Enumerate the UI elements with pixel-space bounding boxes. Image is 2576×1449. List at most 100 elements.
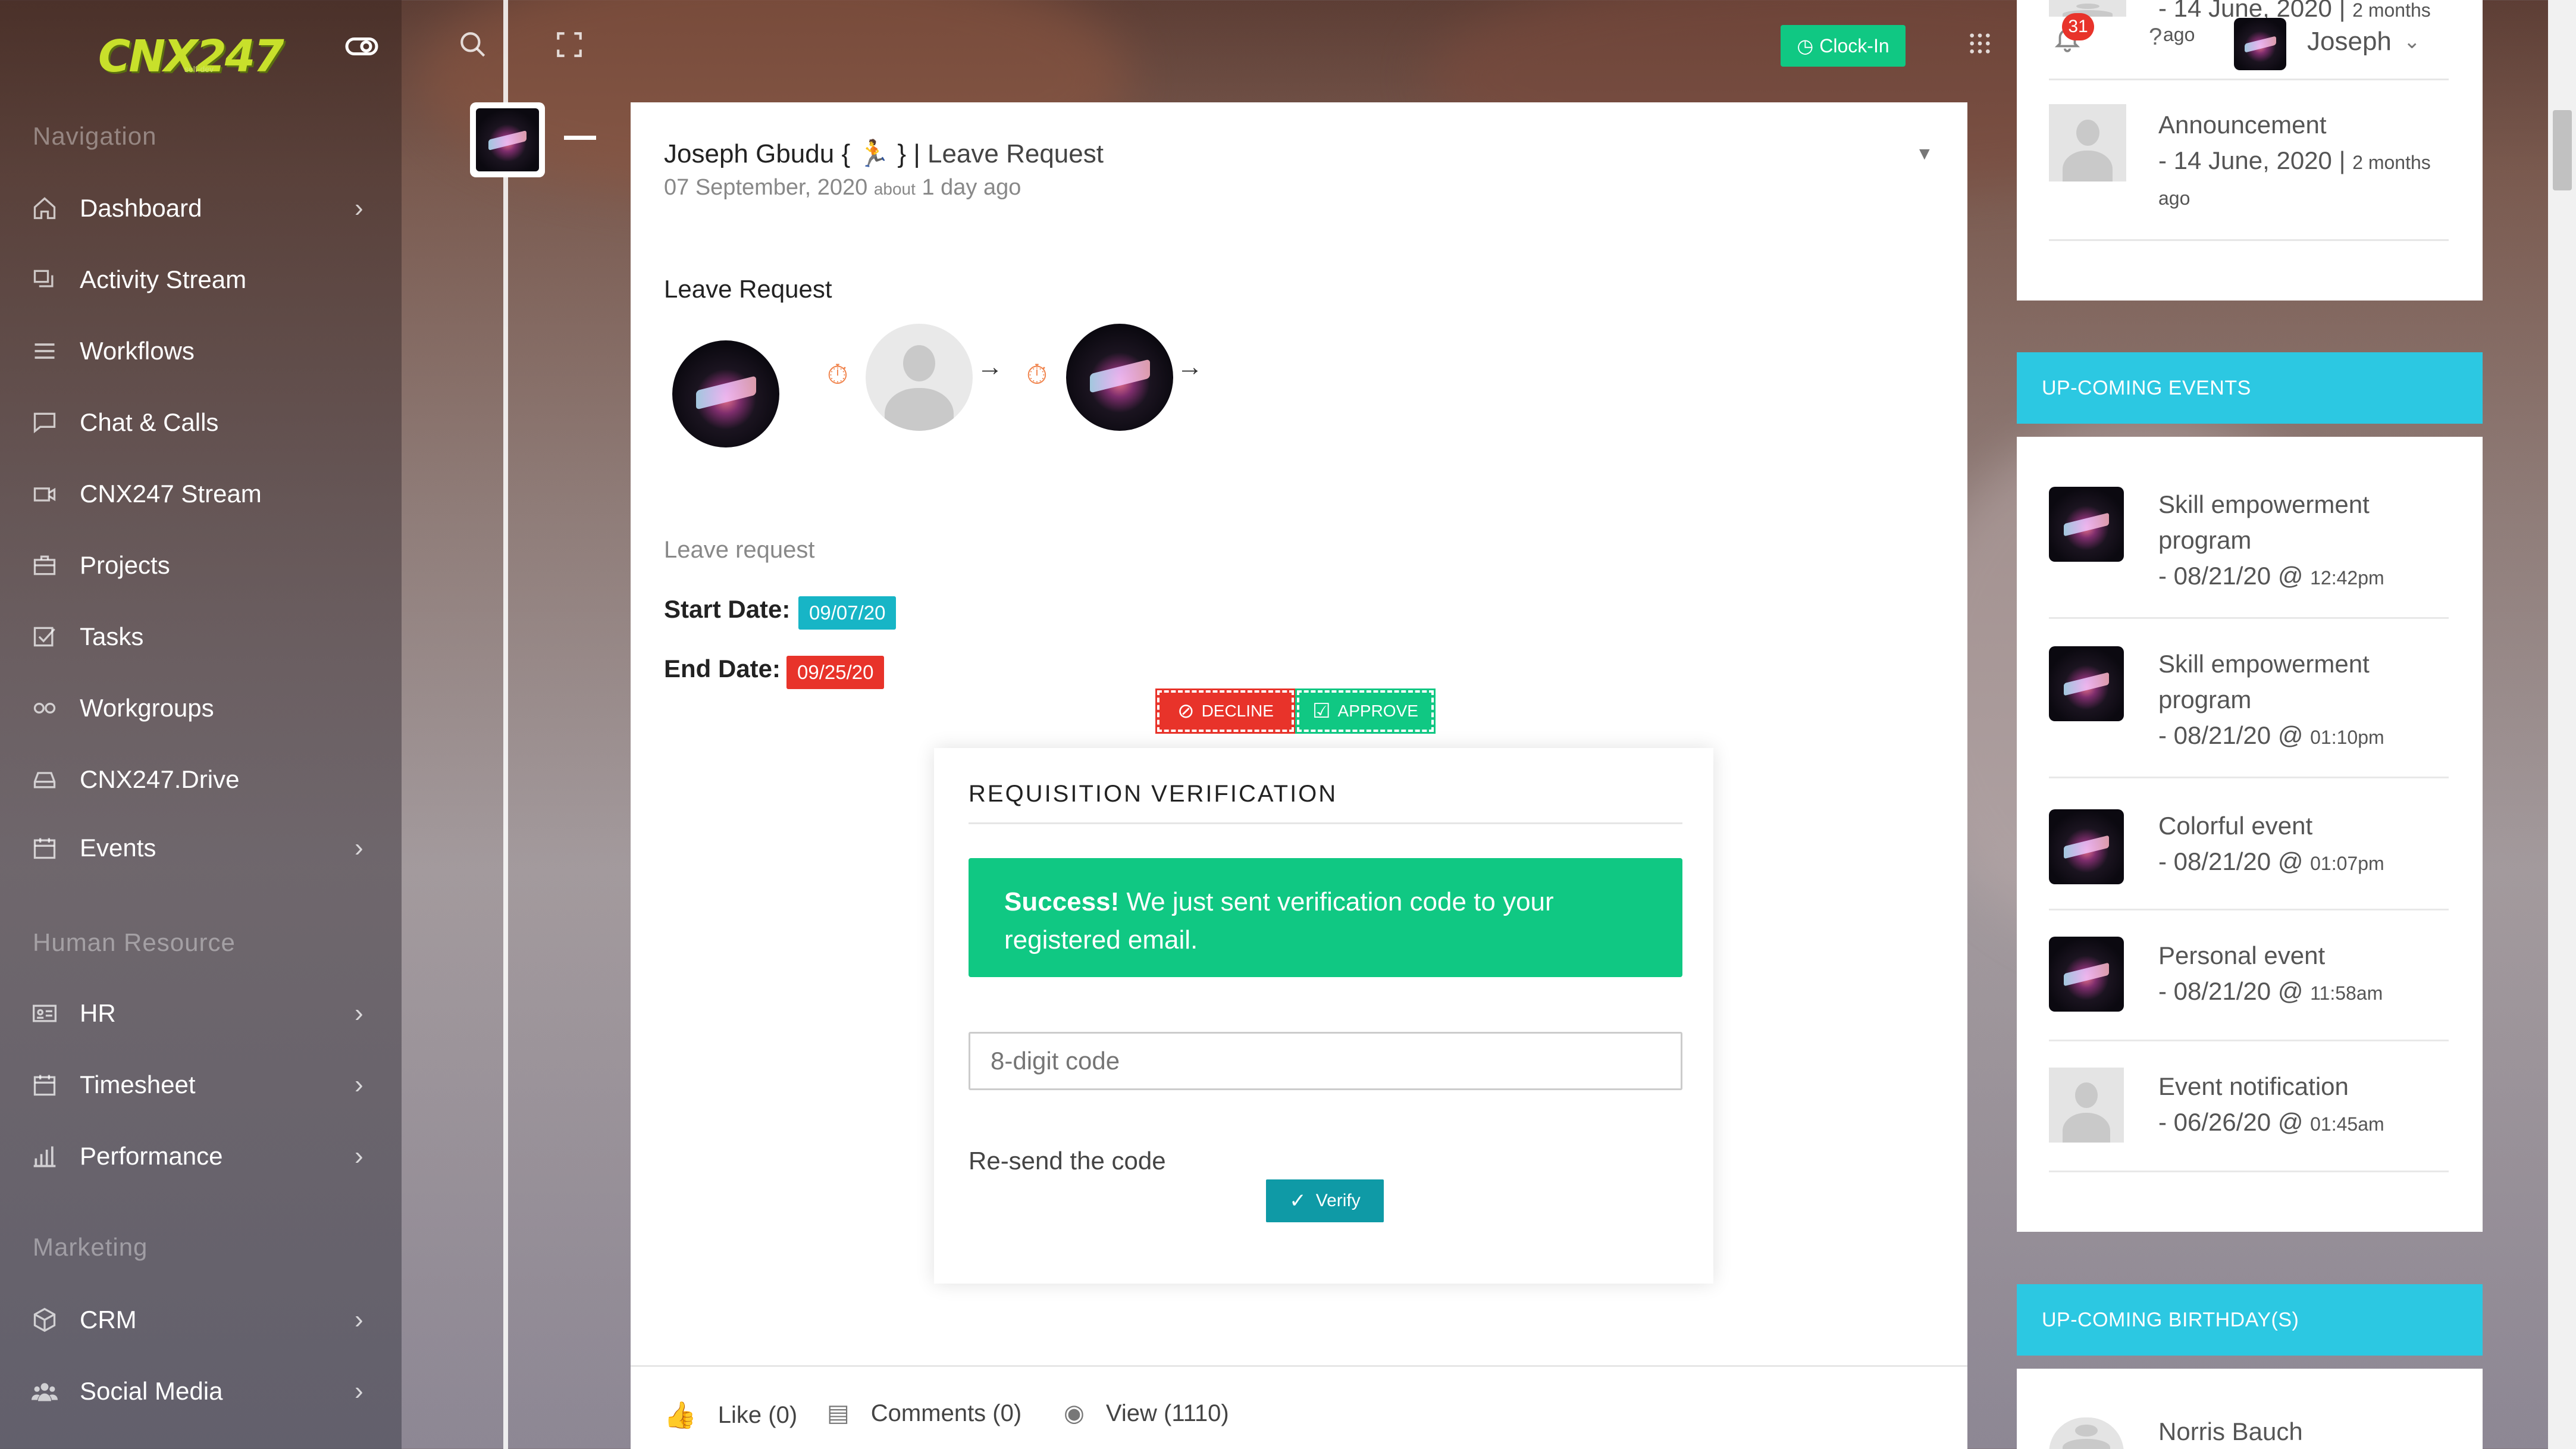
user-name[interactable]: Joseph [2307, 27, 2392, 57]
chevron-right-icon: › [355, 1305, 363, 1334]
verify-button[interactable]: ✓ Verify [1266, 1179, 1384, 1222]
check-square-icon: ☑ [1312, 700, 1331, 722]
end-date-label: End Date: [664, 655, 781, 683]
upcoming-birthdays-header: UP-COMING BIRTHDAY(S) [2017, 1284, 2483, 1356]
user-avatar[interactable] [2234, 18, 2286, 70]
drive-icon [30, 765, 59, 794]
post-date: 07 September, 2020 [664, 175, 868, 200]
approver-avatar [866, 324, 973, 431]
event-item[interactable]: Event notification - 06/26/20 @ 01:45am [2049, 1041, 2449, 1172]
sidebar-item-label: HR [80, 999, 116, 1027]
verification-code-input[interactable] [969, 1032, 1682, 1090]
arrow-right-icon: → [1177, 352, 1203, 381]
resend-code-link[interactable]: Re-send the code [969, 1147, 1166, 1175]
sidebar-item-workgroups[interactable]: Workgroups [0, 678, 402, 738]
sidebar-item-events[interactable]: Events › [0, 818, 402, 878]
event-title: Event notification - 06/26/20 @ 01:45am [2158, 1072, 2384, 1136]
sidebar-item-label: Workgroups [80, 694, 214, 722]
brand-logo-sub: self-dev [184, 64, 214, 74]
sidebar-item-tasks[interactable]: Tasks [0, 607, 402, 666]
thumbs-up-icon: 👍 [664, 1401, 697, 1430]
divider [969, 822, 1682, 824]
infinity-icon [30, 693, 59, 723]
avatar [2049, 0, 2126, 17]
post-options-chevron-icon[interactable]: ▼ [1916, 144, 1933, 164]
post-header: Joseph Gbudu { 🏃 } | Leave Request [664, 138, 1104, 169]
success-alert: Success! We just sent verification code … [969, 858, 1682, 977]
sidebar-item-crm[interactable]: CRM › [0, 1290, 402, 1350]
sidebar-item-label: Activity Stream [80, 265, 247, 293]
sidebar-item-cnx247-stream[interactable]: CNX247 Stream [0, 464, 402, 524]
chevron-right-icon: › [355, 999, 363, 1028]
event-title: Skill empowerment program - 08/21/20 @ 0… [2158, 650, 2384, 749]
sidebar-item-cnx247-drive[interactable]: CNX247.Drive [0, 750, 402, 809]
search-icon[interactable] [458, 30, 488, 66]
clock-in-button[interactable]: ◷ Clock-In [1781, 25, 1906, 67]
requester-avatar [672, 340, 779, 447]
camera-icon [30, 479, 59, 509]
bar-chart-icon [30, 1141, 59, 1171]
verify-label: Verify [1315, 1191, 1361, 1210]
comments-button[interactable]: ▤ Comments (0) [827, 1400, 1021, 1427]
event-title: Personal event - 08/21/20 @ 11:58am [2158, 941, 2383, 1005]
chat-icon [30, 408, 59, 437]
avatar [2049, 937, 2124, 1012]
check-icon: ✓ [1289, 1190, 1306, 1212]
scrollbar-thumb[interactable] [2553, 110, 2572, 190]
decline-label: DECLINE [1201, 702, 1274, 720]
like-label: Like (0) [717, 1401, 798, 1428]
post-meta: 07 September, 2020 about 1 day ago [664, 175, 1021, 201]
announcement-item[interactable]: Announcement - 14 June, 2020 | 2 months … [2158, 107, 2444, 216]
sidebar-item-social-media[interactable]: Social Media › [0, 1362, 402, 1421]
sidebar-item-activity-stream[interactable]: Activity Stream [0, 250, 402, 309]
chevron-right-icon: › [355, 1141, 363, 1171]
sidebar-item-timesheet[interactable]: Timesheet › [0, 1055, 402, 1115]
sidebar-item-label: Dashboard [80, 194, 202, 222]
like-button[interactable]: 👍 Like (0) [664, 1400, 797, 1431]
chevron-right-icon: › [355, 1376, 363, 1406]
scrollbar-track[interactable] [2548, 0, 2576, 1449]
nav-section-navigation: Navigation [33, 122, 157, 150]
home-icon [30, 193, 59, 223]
sidebar-item-dashboard[interactable]: Dashboard › [0, 179, 402, 238]
timeline-avatar-frame [470, 102, 545, 177]
sidebar: CNX247 self-dev Navigation Dashboard › A… [0, 0, 402, 1449]
help-icon[interactable]: ? [2149, 24, 2162, 51]
sidebar-item-label: Performance [80, 1142, 223, 1170]
sidebar-item-chat-calls[interactable]: Chat & Calls [0, 393, 402, 452]
sidebar-item-label: Social Media [80, 1377, 223, 1405]
event-item[interactable]: Colorful event - 08/21/20 @ 01:07pm [2049, 778, 2449, 910]
view-label: View (1110) [1105, 1400, 1229, 1426]
sidebar-item-label: Timesheet [80, 1071, 196, 1099]
chevron-down-icon[interactable]: ⌄ [2403, 30, 2421, 54]
nav-section-human-resource: Human Resource [33, 928, 236, 956]
eye-icon: ◉ [1064, 1400, 1085, 1426]
avatar [2049, 809, 2124, 884]
sidebar-item-projects[interactable]: Projects [0, 536, 402, 595]
toggle-icon[interactable] [344, 29, 380, 71]
calendar-icon [30, 833, 59, 863]
birthday-name[interactable]: Norris Bauch [2158, 1417, 2303, 1446]
approve-label: APPROVE [1337, 702, 1418, 720]
timeline-connector [564, 136, 596, 140]
clock-icon: ◷ [1797, 35, 1814, 57]
post-author[interactable]: Joseph Gbudu [664, 139, 834, 168]
event-item[interactable]: Skill empowerment program - 08/21/20 @ 1… [2049, 470, 2449, 619]
announcement-title: Announcement [2158, 111, 2327, 139]
view-count[interactable]: ◉ View (1110) [1064, 1400, 1229, 1427]
post-relative-time: 1 day ago [922, 175, 1021, 200]
sidebar-item-performance[interactable]: Performance › [0, 1126, 402, 1186]
brand-logo[interactable]: CNX247 [98, 31, 284, 82]
cube-icon [30, 1305, 59, 1335]
post-type: Leave Request [927, 139, 1104, 168]
apps-grid-icon[interactable] [1968, 30, 1992, 62]
verification-modal: REQUISITION VERIFICATION Success! We jus… [934, 748, 1713, 1284]
event-item[interactable]: Skill empowerment program - 08/21/20 @ 0… [2049, 619, 2449, 778]
sidebar-item-workflows[interactable]: Workflows [0, 321, 402, 381]
post-card: Joseph Gbudu { 🏃 } | Leave Request 07 Se… [631, 102, 1967, 1449]
sidebar-item-hr[interactable]: HR › [0, 984, 402, 1043]
decline-button[interactable]: ⊘ DECLINE [1155, 688, 1296, 734]
event-item[interactable]: Personal event - 08/21/20 @ 11:58am [2049, 910, 2449, 1041]
fullscreen-icon[interactable] [554, 30, 584, 66]
approve-button[interactable]: ☑ APPROVE [1295, 688, 1436, 734]
